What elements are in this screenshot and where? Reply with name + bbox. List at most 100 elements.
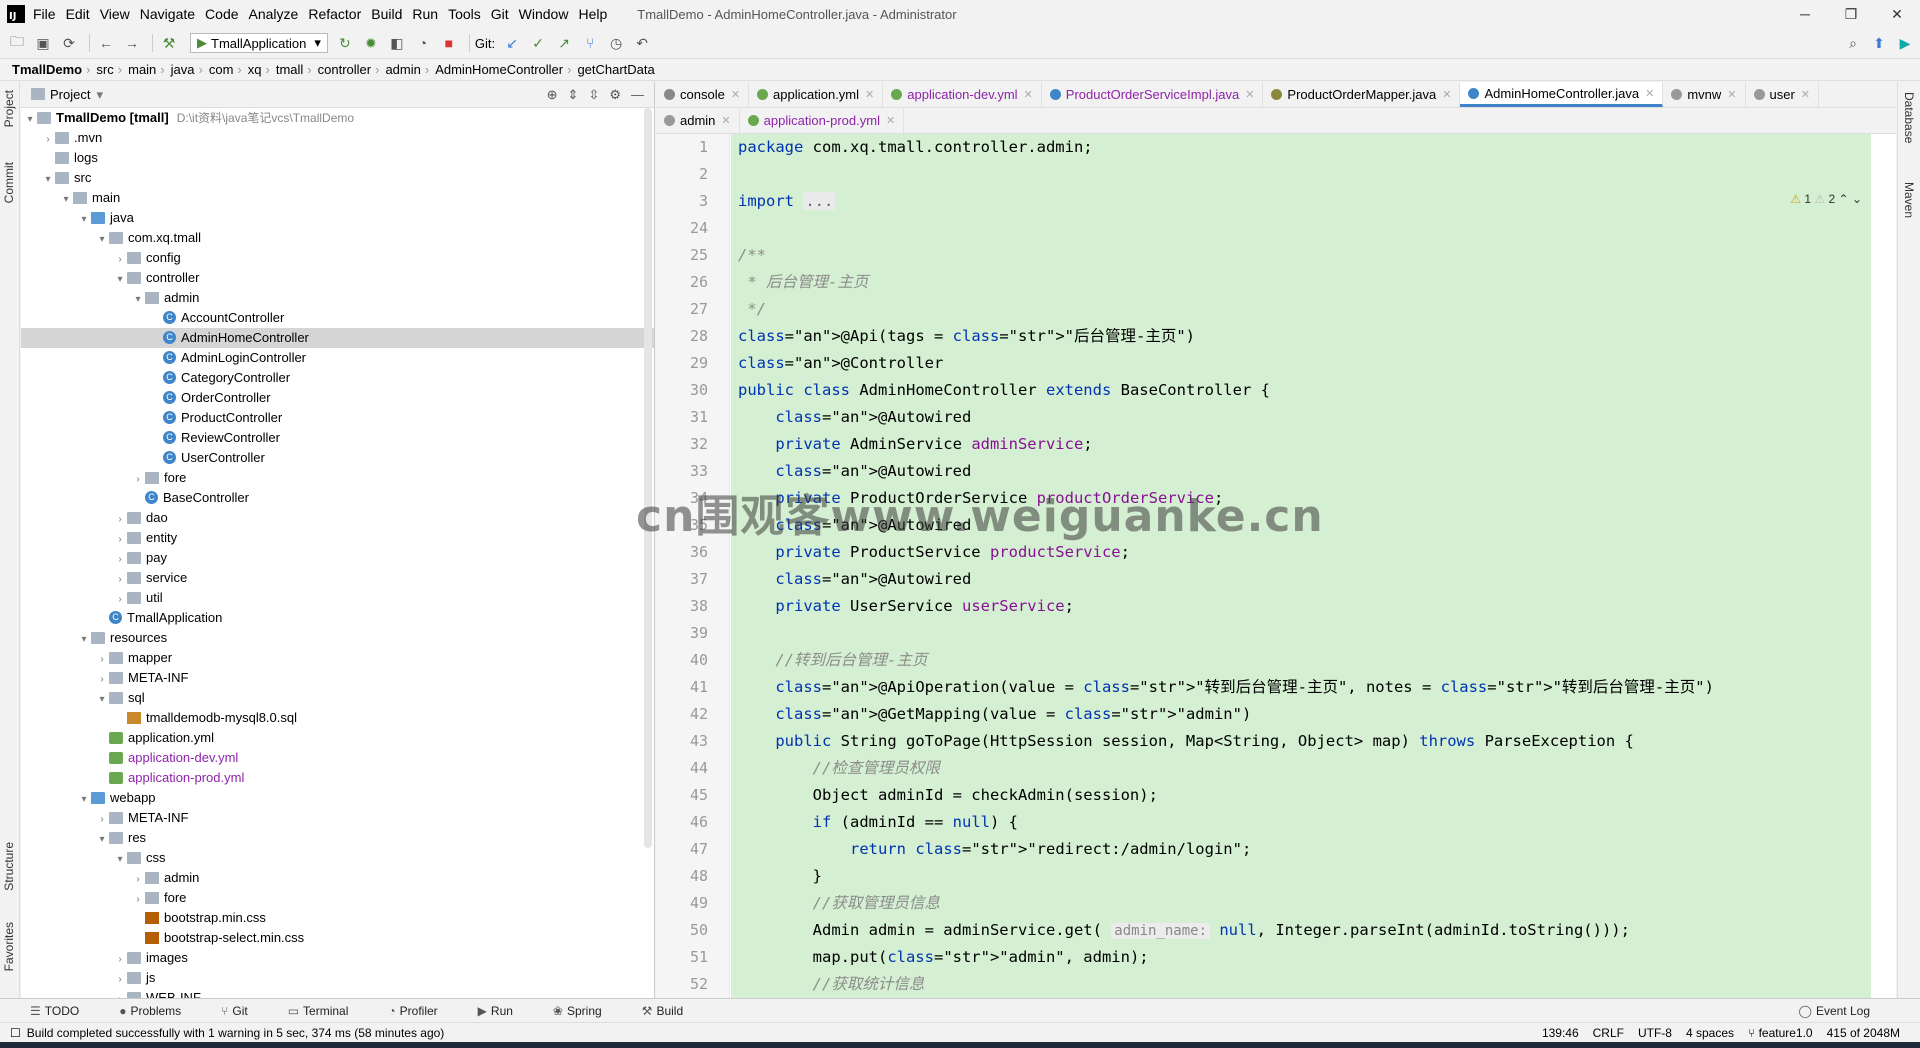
save-icon[interactable]: ▣ — [32, 33, 54, 53]
editor-tab[interactable]: application-prod.yml ✕ — [740, 108, 905, 133]
git-branch[interactable]: ⑂ feature1.0 — [1748, 1026, 1813, 1040]
tool-window-build[interactable]: ⚒ Build — [642, 1004, 703, 1018]
locate-icon[interactable]: ⊕ — [547, 87, 558, 103]
code-line[interactable]: 2 — [656, 161, 1871, 188]
menu-view[interactable]: View — [100, 6, 130, 22]
caret-position[interactable]: 139:46 — [1542, 1026, 1579, 1040]
code-line[interactable]: 50 Admin admin = adminService.get( admin… — [656, 917, 1871, 944]
editor-tab[interactable]: ProductOrderServiceImpl.java ✕ — [1042, 82, 1264, 107]
tree-item[interactable]: C BaseController — [21, 488, 654, 508]
close-tab-icon[interactable]: ✕ — [721, 114, 730, 127]
expanded-arrow-icon[interactable]: ▾ — [131, 290, 145, 310]
rollback-icon[interactable]: ↶ — [631, 33, 653, 53]
code-editor[interactable]: 1 package com.xq.tmall.controller.admin; 2… — [656, 134, 1896, 998]
profile-icon[interactable]: ◔ — [412, 33, 434, 53]
code-line[interactable]: 49 //获取管理员信息 — [656, 890, 1871, 917]
breadcrumb-item[interactable]: tmall — [276, 62, 303, 77]
tool-window-event-log[interactable]: ◯ Event Log — [1799, 1004, 1890, 1018]
collapsed-arrow-icon[interactable]: › — [131, 870, 145, 890]
collapsed-arrow-icon[interactable]: › — [95, 650, 109, 670]
code-line[interactable]: 38 private UserService userService; — [656, 593, 1871, 620]
code-line[interactable]: 24 — [656, 215, 1871, 242]
tree-item[interactable]: C ProductController — [21, 408, 654, 428]
tree-item[interactable]: › admin — [21, 868, 654, 888]
tree-item[interactable]: logs — [21, 148, 654, 168]
git-commit-icon[interactable]: ✓ — [527, 33, 549, 53]
rerun-icon[interactable]: ↻ — [334, 33, 356, 53]
stop-icon[interactable]: ■ — [438, 33, 460, 53]
code-line[interactable]: 51 map.put(class="str">"admin", admin); — [656, 944, 1871, 971]
tree-item[interactable]: C CategoryController — [21, 368, 654, 388]
menu-window[interactable]: Window — [519, 6, 569, 22]
menu-run[interactable]: Run — [412, 6, 438, 22]
code-line[interactable]: 1 package com.xq.tmall.controller.admin; — [656, 134, 1871, 161]
tree-item[interactable]: › service — [21, 568, 654, 588]
tree-item[interactable]: › util — [21, 588, 654, 608]
editor-tab[interactable]: console ✕ — [656, 82, 750, 107]
gear-icon[interactable]: ⚙ — [609, 87, 621, 103]
maximize-button[interactable]: ❐ — [1828, 0, 1874, 28]
collapse-all-icon[interactable]: ⇳ — [588, 87, 599, 103]
menu-code[interactable]: Code — [205, 6, 238, 22]
code-line[interactable]: 25 /** — [656, 242, 1871, 269]
code-line[interactable]: 46 if (adminId == null) { — [656, 809, 1871, 836]
sync-icon[interactable]: ⟳ — [58, 33, 80, 53]
close-tab-icon[interactable]: ✕ — [1645, 87, 1654, 100]
tool-window-terminal[interactable]: ▭ Terminal — [288, 1004, 369, 1018]
code-line[interactable]: 48 } — [656, 863, 1871, 890]
tree-item[interactable]: ▾ java — [21, 208, 654, 228]
git-update-icon[interactable]: ↙ — [501, 33, 523, 53]
back-icon[interactable]: ← — [95, 33, 117, 53]
tree-item[interactable]: ▾ controller — [21, 268, 654, 288]
tree-item[interactable]: ▾ main — [21, 188, 654, 208]
expanded-arrow-icon[interactable]: ▾ — [95, 690, 109, 710]
tree-item[interactable]: bootstrap.min.css — [21, 908, 654, 928]
tree-item[interactable]: application-dev.yml — [21, 748, 654, 768]
code-line[interactable]: 32 private AdminService adminService; — [656, 431, 1871, 458]
tree-item[interactable]: › fore — [21, 888, 654, 908]
tree-item[interactable]: › entity — [21, 528, 654, 548]
forward-icon[interactable]: → — [121, 33, 143, 53]
tree-item[interactable]: ▾ res — [21, 828, 654, 848]
code-line[interactable]: 39 — [656, 620, 1871, 647]
tool-window-todo[interactable]: ☰ TODO — [30, 1004, 99, 1018]
open-folder-icon[interactable]: 🗀 — [6, 33, 28, 53]
breadcrumb-item[interactable]: getChartData — [577, 62, 654, 77]
menu-git[interactable]: Git — [491, 6, 509, 22]
close-tab-icon[interactable]: ✕ — [865, 88, 874, 101]
editor-tab[interactable]: ProductOrderMapper.java ✕ — [1263, 82, 1461, 107]
code-line[interactable]: 41 class="an">@ApiOperation(value = clas… — [656, 674, 1871, 701]
close-tab-icon[interactable]: ✕ — [1801, 88, 1810, 101]
tree-item[interactable]: › js — [21, 968, 654, 988]
structure-tool-tab[interactable]: Structure — [2, 842, 16, 891]
code-line[interactable]: 40 //转到后台管理-主页 — [656, 647, 1871, 674]
debug-icon[interactable]: ✹ — [360, 33, 382, 53]
expanded-arrow-icon[interactable]: ▾ — [41, 170, 55, 190]
menu-analyze[interactable]: Analyze — [249, 6, 299, 22]
code-line[interactable]: 3 import ... — [656, 188, 1871, 215]
breadcrumb-item[interactable]: com — [209, 62, 234, 77]
close-tab-icon[interactable]: ✕ — [1245, 88, 1254, 101]
code-line[interactable]: 30 public class AdminHomeController exten… — [656, 377, 1871, 404]
project-header-label[interactable]: Project — [50, 87, 90, 102]
code-line[interactable]: 44 //检查管理员权限 — [656, 755, 1871, 782]
commit-tool-tab[interactable]: Commit — [2, 162, 16, 203]
expanded-arrow-icon[interactable]: ▾ — [95, 230, 109, 250]
tree-item[interactable]: C AdminLoginController — [21, 348, 654, 368]
search-icon[interactable]: ⌕ — [1842, 33, 1864, 53]
tree-item[interactable]: ▾ sql — [21, 688, 654, 708]
collapsed-arrow-icon[interactable]: › — [113, 250, 127, 270]
menu-build[interactable]: Build — [371, 6, 402, 22]
maven-tool-tab[interactable]: Maven — [1902, 182, 1916, 218]
collapsed-arrow-icon[interactable]: › — [41, 130, 55, 150]
collapsed-arrow-icon[interactable]: › — [113, 950, 127, 970]
breadcrumb-item[interactable]: controller — [318, 62, 371, 77]
code-line[interactable]: 42 class="an">@GetMapping(value = class=… — [656, 701, 1871, 728]
project-tool-tab[interactable]: Project — [2, 90, 16, 127]
code-line[interactable]: 47 return class="str">"redirect:/admin/l… — [656, 836, 1871, 863]
tree-item[interactable]: ▾ com.xq.tmall — [21, 228, 654, 248]
breadcrumb-item[interactable]: admin — [385, 62, 420, 77]
hammer-build-icon[interactable]: ⚒ — [158, 33, 180, 53]
collapsed-arrow-icon[interactable]: › — [113, 570, 127, 590]
collapsed-arrow-icon[interactable]: › — [113, 970, 127, 990]
